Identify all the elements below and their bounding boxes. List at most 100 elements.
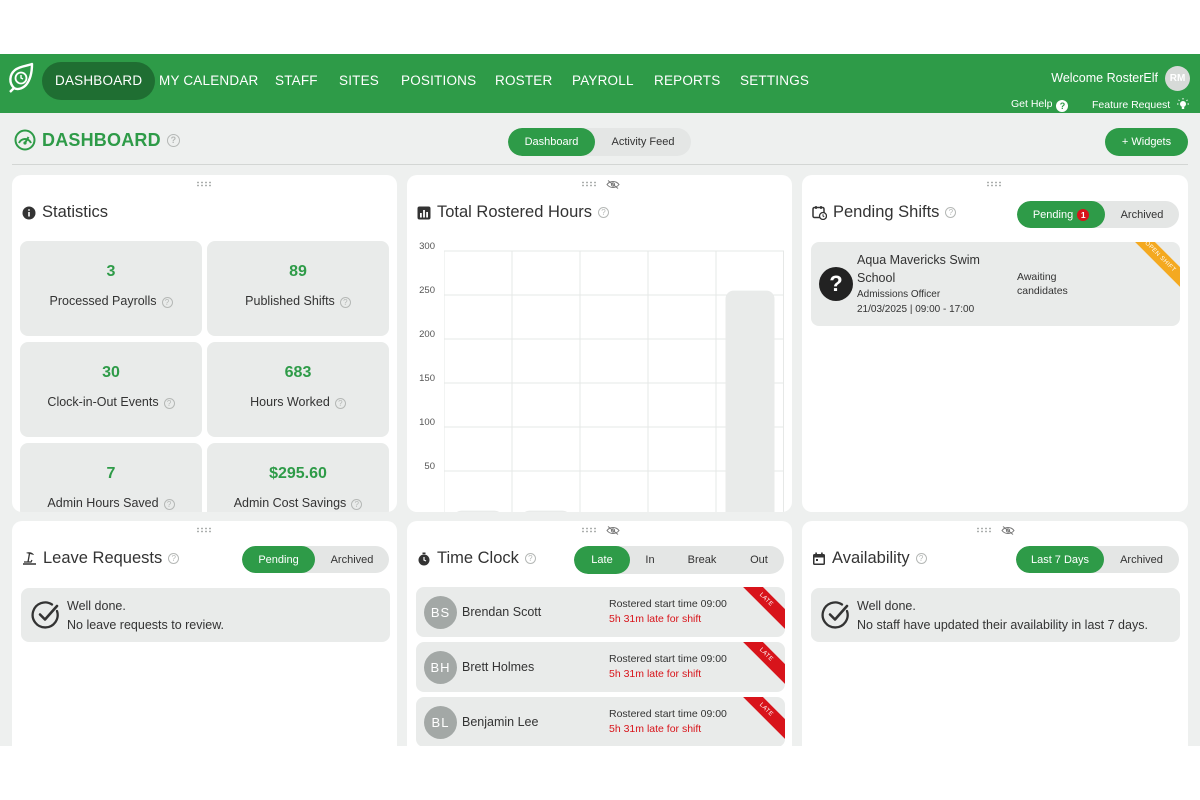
tab-break[interactable]: Break bbox=[670, 546, 734, 574]
help-icon[interactable]: ? bbox=[351, 499, 363, 510]
shift-status-line1: Awaiting bbox=[1017, 271, 1057, 283]
help-icon[interactable]: ? bbox=[163, 499, 175, 510]
check-circle-icon bbox=[821, 601, 849, 629]
shift-position: Admissions Officer bbox=[857, 289, 941, 300]
nav-dashboard[interactable]: DASHBOARD bbox=[42, 62, 156, 100]
get-help-label: Get Help bbox=[1011, 98, 1053, 110]
nav-staff[interactable]: STAFF bbox=[262, 62, 331, 100]
tab-pending[interactable]: Pending 1 bbox=[1017, 201, 1105, 228]
tab-activity-feed[interactable]: Activity Feed bbox=[595, 128, 691, 156]
nav-sites[interactable]: SITES bbox=[326, 62, 392, 100]
check-circle-icon bbox=[31, 601, 59, 629]
hide-eye-icon[interactable] bbox=[606, 180, 620, 189]
view-tabs: Dashboard Activity Feed bbox=[508, 128, 691, 156]
help-icon[interactable]: ? bbox=[524, 553, 536, 564]
hide-eye-icon[interactable] bbox=[606, 526, 620, 535]
feature-request-label: Feature Request bbox=[1092, 99, 1171, 111]
shift-site-line2: School bbox=[857, 271, 896, 285]
message-line2: No staff have updated their availability… bbox=[857, 618, 1148, 632]
page-title: DASHBOARD ? bbox=[14, 128, 180, 152]
drag-handle-icon[interactable] bbox=[581, 181, 597, 187]
stat-label-wrap: Admin Hours Saved? bbox=[20, 496, 202, 510]
drag-handle-icon[interactable] bbox=[196, 527, 212, 533]
nav-positions[interactable]: POSITIONS bbox=[388, 62, 489, 100]
time-clock-tabs: Late In Break Out bbox=[574, 546, 784, 574]
help-icon[interactable]: ? bbox=[339, 297, 351, 308]
tab-archived[interactable]: Archived bbox=[1105, 201, 1179, 228]
y-tick-label: 50 bbox=[424, 461, 435, 472]
stat-label: Processed Payrolls bbox=[49, 294, 157, 308]
tab-out[interactable]: Out bbox=[734, 546, 784, 574]
statistics-card: Statistics 3 Processed Payrolls? 89 Publ… bbox=[12, 175, 397, 512]
y-tick-label: 150 bbox=[419, 373, 435, 384]
availability-tabs: Last 7 Days Archived bbox=[1016, 546, 1179, 573]
info-icon bbox=[22, 206, 36, 219]
help-icon[interactable]: ? bbox=[945, 207, 957, 218]
late-ribbon: LATE bbox=[729, 642, 785, 692]
drag-handle-icon[interactable] bbox=[986, 181, 1002, 187]
availability-card: Availability ? Last 7 Days Archived Well… bbox=[802, 521, 1188, 746]
tab-pending[interactable]: Pending bbox=[242, 546, 315, 573]
top-nav: DASHBOARD MY CALENDAR STAFF SITES POSITI… bbox=[0, 54, 1200, 113]
get-help-link[interactable]: Get Help? bbox=[1011, 98, 1069, 112]
rosterelf-logo[interactable] bbox=[6, 62, 34, 96]
stat-hours-worked: 683 Hours Worked? bbox=[207, 342, 389, 437]
statistics-title-text: Statistics bbox=[42, 203, 109, 221]
drag-handle-icon[interactable] bbox=[581, 527, 597, 533]
nav-my-calendar[interactable]: MY CALENDAR bbox=[146, 62, 271, 100]
add-widgets-button[interactable]: + Widgets bbox=[1105, 128, 1188, 156]
nav-settings[interactable]: SETTINGS bbox=[727, 62, 822, 100]
open-shift-item[interactable]: ? Aqua Mavericks Swim School Admissions … bbox=[811, 242, 1180, 326]
stat-value: $295.60 bbox=[269, 465, 327, 482]
help-icon[interactable]: ? bbox=[334, 398, 346, 409]
late-staff-row[interactable]: BL Benjamin Lee Rostered start time 09:0… bbox=[416, 697, 785, 746]
shift-datetime: 21/03/2025 | 09:00 - 17:00 bbox=[857, 304, 975, 315]
hours-bar[interactable] bbox=[522, 510, 571, 512]
hide-eye-icon[interactable] bbox=[1001, 526, 1015, 535]
time-clock-title: Time Clock ? bbox=[417, 549, 536, 568]
feature-request-link[interactable]: Feature Request bbox=[1092, 98, 1190, 111]
nav-payroll[interactable]: PAYROLL bbox=[559, 62, 647, 100]
late-staff-row[interactable]: BH Brett Holmes Rostered start time 09:0… bbox=[416, 642, 785, 692]
help-icon[interactable]: ? bbox=[598, 207, 609, 218]
stat-label-wrap: Hours Worked? bbox=[207, 395, 389, 409]
stat-value: 3 bbox=[106, 263, 116, 280]
drag-handle-icon[interactable] bbox=[196, 181, 212, 187]
help-icon[interactable]: ? bbox=[915, 553, 927, 564]
rostered-hours-chart bbox=[444, 250, 784, 512]
help-icon[interactable]: ? bbox=[161, 297, 173, 308]
staff-avatar: BL bbox=[424, 706, 457, 739]
pending-shifts-title: Pending Shifts ? bbox=[812, 203, 957, 222]
hours-bar[interactable] bbox=[454, 510, 503, 512]
rostered-hours-card: Total Rostered Hours ? 300 250 200 150 1… bbox=[407, 175, 792, 512]
availability-title-text: Availability bbox=[832, 549, 910, 567]
stat-label: Admin Cost Savings bbox=[233, 496, 347, 510]
nav-reports[interactable]: REPORTS bbox=[641, 62, 733, 100]
tab-archived[interactable]: Archived bbox=[1104, 546, 1179, 573]
nav-roster[interactable]: ROSTER bbox=[482, 62, 565, 100]
late-staff-row[interactable]: BS Brendan Scott Rostered start time 09:… bbox=[416, 587, 785, 637]
drag-handle-icon[interactable] bbox=[976, 527, 992, 533]
user-avatar[interactable]: RM bbox=[1165, 66, 1190, 91]
help-icon[interactable]: ? bbox=[163, 398, 175, 409]
y-tick-label: 100 bbox=[419, 417, 435, 428]
help-icon[interactable]: ? bbox=[168, 553, 180, 564]
late-by: 5h 31m late for shift bbox=[609, 723, 702, 735]
tab-last-7-days[interactable]: Last 7 Days bbox=[1016, 546, 1104, 573]
tab-dashboard[interactable]: Dashboard bbox=[508, 128, 595, 156]
tab-archived[interactable]: Archived bbox=[315, 546, 389, 573]
time-clock-card: Time Clock ? Late In Break Out BS Brenda… bbox=[407, 521, 792, 746]
calendar-icon bbox=[813, 552, 825, 565]
app-window: DASHBOARD MY CALENDAR STAFF SITES POSITI… bbox=[0, 54, 1200, 746]
help-icon[interactable]: ? bbox=[166, 133, 180, 147]
tab-pending-label: Pending bbox=[1032, 208, 1074, 221]
unknown-staff-icon: ? bbox=[819, 267, 853, 301]
pending-shifts-tabs: Pending 1 Archived bbox=[1017, 201, 1179, 228]
tab-late[interactable]: Late bbox=[574, 546, 630, 574]
calendar-clock-icon bbox=[812, 206, 827, 220]
leave-requests-title-text: Leave Requests bbox=[43, 549, 163, 567]
tab-in[interactable]: In bbox=[630, 546, 670, 574]
welcome-text: Welcome RosterElf bbox=[1051, 71, 1158, 85]
statistics-title: Statistics bbox=[22, 203, 108, 222]
hours-bar[interactable] bbox=[725, 290, 775, 512]
